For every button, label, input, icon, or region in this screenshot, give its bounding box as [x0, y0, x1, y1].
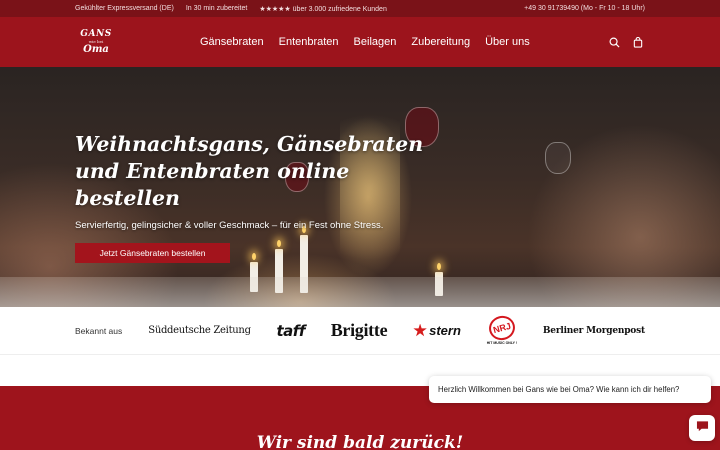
press-bar: Bekannt aus Süddeutsche Zeitung taff Bri…	[0, 307, 720, 355]
chat-icon	[696, 419, 709, 437]
closed-notice-heading: Wir sind bald zurück!	[256, 433, 464, 450]
logo-line-2: wie bei	[88, 38, 104, 44]
nav-item-entenbraten[interactable]: Entenbraten	[279, 36, 339, 48]
nrj-mark: NRJ	[486, 313, 518, 343]
search-icon[interactable]	[607, 35, 621, 49]
nav-item-zubereitung[interactable]: Zubereitung	[411, 36, 470, 48]
rating-info: ★★★★★ über 3.000 zufriedene Kunden	[259, 5, 387, 13]
hero-subtitle: Servierfertig, gelingsicher & voller Ges…	[75, 220, 384, 231]
shipping-info: Gekühlter Expressversand (DE)	[75, 4, 174, 12]
announcement-bar: Gekühlter Expressversand (DE) In 30 min …	[0, 0, 720, 17]
chat-welcome-text: Herzlich Willkommen bei Gans wie bei Oma…	[438, 385, 680, 394]
press-logo-stern: stern	[413, 323, 461, 338]
shopping-bag-icon[interactable]	[631, 35, 645, 49]
nrj-tagline: HIT MUSIC ONLY !	[486, 341, 518, 345]
dinner-table-decoration	[0, 277, 720, 307]
press-logo-nrj: NRJ HIT MUSIC ONLY !	[486, 313, 518, 345]
brand-logo[interactable]: GANS wie bei Oma	[80, 24, 112, 60]
hero-title: Weihnachtsgans, Gänsebraten und Entenbra…	[75, 132, 424, 210]
candle-flame-decoration	[437, 263, 441, 270]
wine-glass-decoration	[545, 142, 571, 174]
stern-star-icon	[413, 323, 427, 337]
press-label: Bekannt aus	[75, 325, 123, 336]
header-actions	[607, 35, 645, 49]
rating-stars: ★★★★★	[259, 5, 291, 13]
site-header: GANS wie bei Oma Gänsebraten Entenbraten…	[0, 17, 720, 67]
press-logo-brigitte: Brigitte	[330, 320, 388, 340]
main-nav: Gänsebraten Entenbraten Beilagen Zuberei…	[200, 36, 530, 48]
press-logo-berliner-morgenpost: Berliner Morgenpost	[542, 325, 645, 336]
prep-time-info: In 30 min zubereitet	[185, 4, 248, 12]
phone-link[interactable]: +49 30 91739490 (Mo - Fr 10 - 18 Uhr)	[524, 5, 645, 12]
press-logos: Süddeutsche Zeitung taff Brigitte stern …	[148, 313, 645, 345]
rating-text: über 3.000 zufriedene Kunden	[292, 5, 387, 13]
press-logo-taff: taff	[276, 321, 306, 340]
logo-line-3: Oma	[83, 43, 109, 55]
logo-line-1: GANS	[80, 28, 112, 39]
chat-welcome-bubble[interactable]: Herzlich Willkommen bei Gans wie bei Oma…	[429, 376, 711, 403]
order-goose-button[interactable]: Jetzt Gänsebraten bestellen	[75, 243, 230, 263]
chat-launcher-button[interactable]	[689, 415, 715, 441]
press-logo-sueddeutsche: Süddeutsche Zeitung	[148, 325, 251, 336]
stern-wordmark: stern	[429, 323, 461, 338]
hero-banner: Weihnachtsgans, Gänsebraten und Entenbra…	[0, 67, 720, 307]
nav-item-ueber-uns[interactable]: Über uns	[485, 36, 530, 48]
nav-item-beilagen[interactable]: Beilagen	[354, 36, 397, 48]
nav-item-gaensebraten[interactable]: Gänsebraten	[200, 36, 264, 48]
hero-content: Weihnachtsgans, Gänsebraten und Entenbra…	[75, 131, 445, 263]
